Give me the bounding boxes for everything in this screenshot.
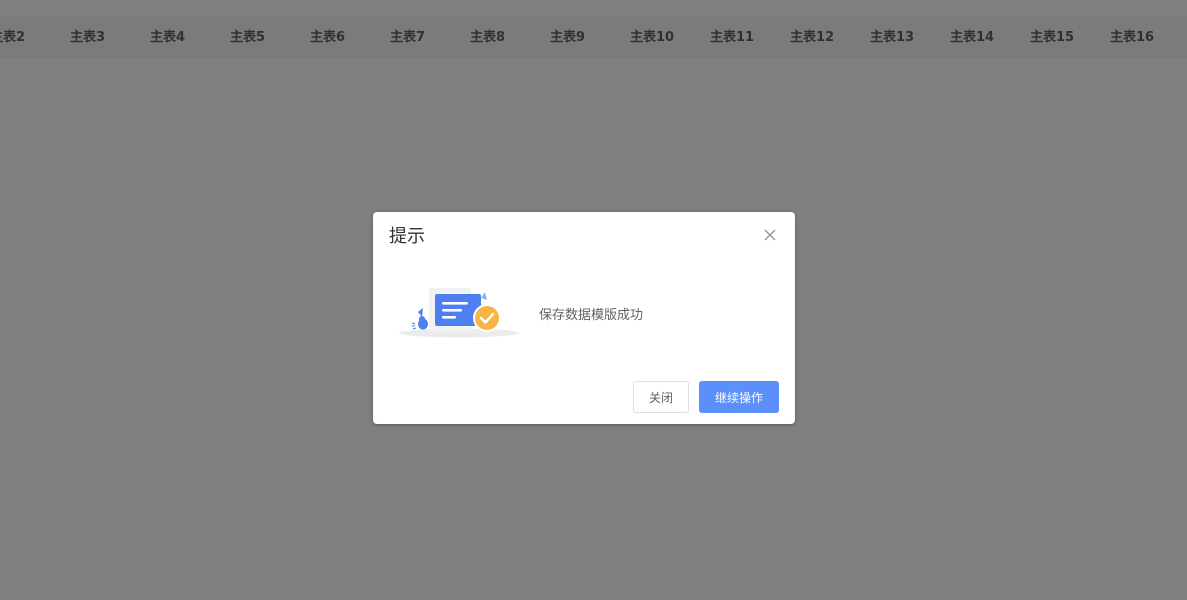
close-icon xyxy=(764,229,776,241)
continue-button[interactable]: 继续操作 xyxy=(699,381,779,413)
dialog-title: 提示 xyxy=(389,226,425,247)
dialog-message: 保存数据模版成功 xyxy=(539,308,644,323)
document-success-illustration xyxy=(399,288,519,338)
close-dialog-button[interactable]: 关闭 xyxy=(633,381,689,413)
close-button[interactable] xyxy=(760,225,780,245)
message-dialog: 提示 保存数据模版成功 关闭 继续操作 xyxy=(373,212,795,424)
